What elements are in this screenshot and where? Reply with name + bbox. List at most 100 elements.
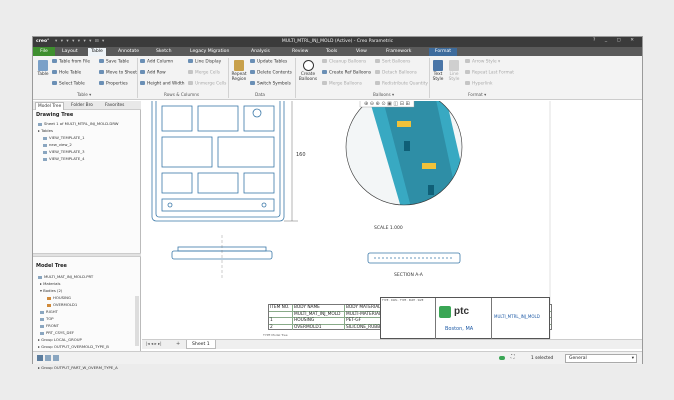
- redistribute-quantity-button[interactable]: Redistribute Quantity: [375, 81, 428, 87]
- bom-header-body-name: BODY NAME: [293, 305, 345, 311]
- add-row-button[interactable]: Add Row: [140, 70, 166, 76]
- ptc-logo-mark-icon: [439, 306, 451, 318]
- tree-item[interactable]: MULTI_MAT_INJ_MOLD.PRT: [33, 273, 137, 280]
- tab-framework[interactable]: Framework: [383, 48, 414, 56]
- tab-layout[interactable]: Layout: [59, 48, 81, 56]
- detach-balloons-button[interactable]: Detach Balloons: [375, 70, 417, 76]
- update-tables-label: Update Tables: [257, 59, 288, 65]
- detail-view: ⊕ ⊖ ⊕ ⊙ ▣ ◫ ⊟ ⊞: [345, 101, 463, 206]
- tree-item[interactable]: VIEW_TEMPLATE_1: [33, 134, 137, 141]
- title-block-drawing-name: MULTI_MTRL_INJ_MOLD: [494, 314, 540, 319]
- tree-item[interactable]: ▸ Group LOCAL_GROUP: [33, 336, 137, 343]
- delete-contents-button[interactable]: Delete Contents: [250, 70, 292, 76]
- unmerge-cells-icon: [188, 81, 193, 85]
- add-row-label: Add Row: [147, 70, 166, 76]
- layout-icon[interactable]: [37, 355, 43, 361]
- arrow-style-button[interactable]: Arrow Style ▾: [465, 59, 500, 65]
- hole-table-button[interactable]: Hole Table: [52, 70, 81, 76]
- properties-button[interactable]: Properties: [99, 81, 128, 87]
- select-table-button[interactable]: Select Table: [52, 81, 85, 87]
- cleanup-balloons-icon: [322, 59, 327, 63]
- merge-balloons-button[interactable]: Merge Balloons: [322, 81, 362, 87]
- tab-folder-browser[interactable]: Folder Bro: [69, 102, 95, 109]
- move-to-sheet-button[interactable]: Move to Sheet: [99, 70, 137, 76]
- tab-table[interactable]: Table: [88, 48, 106, 56]
- height-width-button[interactable]: Height and Width: [140, 81, 185, 87]
- tree-item[interactable]: new_view_2: [33, 141, 137, 148]
- tab-annotate[interactable]: Annotate: [115, 48, 142, 56]
- panel-splitter[interactable]: [33, 253, 141, 257]
- tab-tools[interactable]: Tools: [323, 48, 340, 56]
- detach-balloons-icon: [375, 70, 380, 74]
- add-column-button[interactable]: Add Column: [140, 59, 173, 65]
- merge-cells-button[interactable]: Merge Cells: [188, 70, 220, 76]
- save-table-icon: [99, 59, 104, 63]
- unmerge-cells-button[interactable]: Unmerge Cells: [188, 81, 226, 87]
- switch-symbols-button[interactable]: Switch Symbols: [250, 81, 291, 87]
- table-group-label[interactable]: Table ▾: [77, 92, 91, 97]
- repeat-last-format-button[interactable]: Repeat Last Format: [465, 70, 514, 76]
- hyperlink-button[interactable]: Hyperlink: [465, 81, 493, 87]
- tree-item[interactable]: VIEW_TEMPLATE_4: [33, 155, 137, 162]
- tree-item[interactable]: ▸ Group OUTPUT_PART_W_OVERM_TYPE_A: [33, 364, 137, 371]
- window-controls[interactable]: ? _ ▢ ✕: [593, 38, 638, 43]
- tab-review[interactable]: Review: [289, 48, 311, 56]
- body-icon: [47, 296, 51, 300]
- unmerge-cells-label: Unmerge Cells: [195, 81, 227, 87]
- tab-view[interactable]: View: [353, 48, 370, 56]
- save-table-button[interactable]: Save Table: [99, 59, 129, 65]
- tab-analysis[interactable]: Analysis: [248, 48, 273, 56]
- tree-item-label: RIGHT: [46, 309, 58, 314]
- tree-item[interactable]: FRONT: [33, 322, 137, 329]
- update-tables-button[interactable]: Update Tables: [250, 59, 287, 65]
- tab-legacy-migration[interactable]: Legacy Migration: [187, 48, 232, 56]
- tree-item[interactable]: ▾ Bodies (2): [33, 287, 137, 294]
- tab-model-tree[interactable]: Model Tree: [35, 102, 65, 110]
- tree-item[interactable]: VIEW_TEMPLATE_3: [33, 148, 137, 155]
- create-balloons-label: Create Balloons: [298, 72, 318, 82]
- tree-item[interactable]: ▸ Group OUTPUT_OVERMOLD_TYPE_B: [33, 343, 137, 350]
- drawing-tree-title: Drawing Tree: [36, 112, 74, 118]
- cleanup-balloons-button[interactable]: Cleanup Balloons: [322, 59, 366, 65]
- tree-item[interactable]: TOP: [33, 315, 137, 322]
- tree-item[interactable]: RIGHT: [33, 308, 137, 315]
- sheet-tab[interactable]: Sheet 1: [186, 340, 216, 349]
- delete-contents-icon: [250, 70, 255, 74]
- balloons-group-label[interactable]: Balloons ▾: [373, 92, 394, 97]
- regen-status-icon[interactable]: [499, 356, 505, 360]
- tree-item[interactable]: ▸ Tables: [33, 127, 137, 134]
- format-group-label[interactable]: Format ▾: [468, 92, 486, 97]
- tree-item[interactable]: PRT_CSYS_DEF: [33, 329, 137, 336]
- filter-dropdown[interactable]: General ▾: [565, 354, 637, 363]
- tree-item[interactable]: ▸ Materials: [33, 280, 137, 287]
- tab-favorites[interactable]: Favorites: [103, 102, 126, 109]
- tree-item[interactable]: OVERMOLD1: [33, 301, 137, 308]
- tab-sketch[interactable]: Sketch: [153, 48, 174, 56]
- text-style-icon: [433, 60, 443, 71]
- side-view: [171, 235, 273, 279]
- add-column-icon: [140, 59, 145, 63]
- tree-item[interactable]: HOUSING: [33, 294, 137, 301]
- ptc-logo-text: ptc: [454, 306, 469, 317]
- line-display-button[interactable]: Line Display: [188, 59, 221, 65]
- repeat-region-button[interactable]: Repeat Region: [230, 60, 248, 82]
- tab-format[interactable]: Format: [429, 48, 457, 56]
- table-from-file-button[interactable]: Table from File: [52, 59, 90, 65]
- text-style-button[interactable]: Text Style: [431, 60, 445, 82]
- tree-item[interactable]: Sheet 1 of MULTI_MTRL_INJ_MOLD.DRW: [33, 120, 137, 127]
- arrow-style-label: Arrow Style ▾: [472, 59, 501, 65]
- add-sheet-button[interactable]: +: [176, 341, 180, 347]
- sheet-nav[interactable]: |◂ ◂ ▸ ▸|: [146, 342, 162, 347]
- selection-filter-icon[interactable]: ⛶: [511, 354, 515, 360]
- create-ref-balloons-button[interactable]: Create Ref Balloons: [322, 70, 371, 76]
- line-style-button[interactable]: Line Style: [447, 60, 461, 82]
- browser-icon[interactable]: [53, 355, 59, 361]
- ribbon: Table Table from File Hole Table Select …: [33, 56, 642, 100]
- create-balloons-button[interactable]: Create Balloons: [297, 60, 319, 82]
- navigator-icon[interactable]: [45, 355, 51, 361]
- model-tree-scrollbar[interactable]: [135, 296, 139, 346]
- table-button[interactable]: Table: [36, 60, 50, 77]
- ribbon-tabs: File Layout Table Annotate Sketch Legacy…: [33, 47, 642, 56]
- sort-balloons-button[interactable]: Sort Balloons: [375, 59, 410, 65]
- tab-file[interactable]: File: [33, 47, 55, 56]
